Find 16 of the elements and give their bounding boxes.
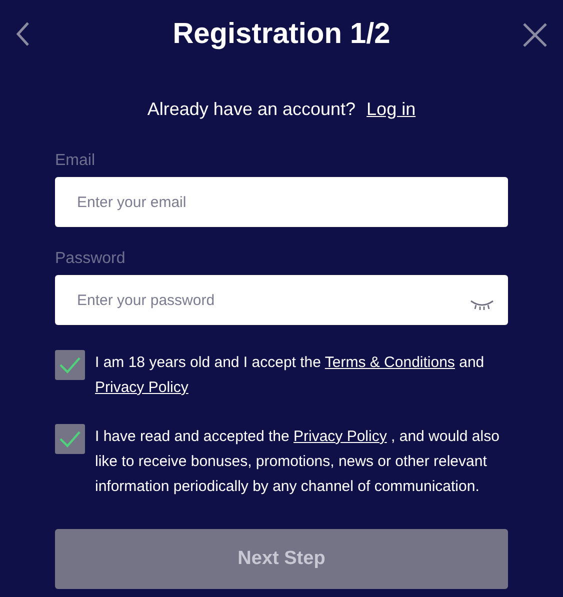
- policy-link[interactable]: Terms & Conditions: [324, 354, 455, 371]
- login-link[interactable]: Log in: [366, 96, 416, 123]
- consent-text: I am 18 years old and I accept the Terms & Conditions and Privacy Policy: [95, 353, 486, 398]
- field-label: Email: [55, 151, 96, 171]
- checkbox[interactable]: [55, 424, 85, 454]
- policy-link[interactable]: Privacy Policy: [293, 428, 387, 445]
- field-label: Password: [55, 249, 126, 269]
- policy-link[interactable]: Privacy Policy: [95, 379, 188, 396]
- input-field[interactable]: Enter your email: [55, 177, 508, 227]
- eye-closed-icon[interactable]: [470, 299, 494, 311]
- input-field[interactable]: Enter your password: [55, 275, 508, 325]
- close-icon[interactable]: [523, 23, 547, 47]
- window-title: Registration 1/2: [172, 17, 390, 52]
- consent-text: I have read and accepted the Privacy Policy , and would also like to receive bonuses, promotions, news or other relevant information periodically by any channel of communication.: [95, 427, 500, 497]
- account-prompt: Already have an account?: [147, 98, 356, 121]
- checkbox[interactable]: [55, 350, 85, 380]
